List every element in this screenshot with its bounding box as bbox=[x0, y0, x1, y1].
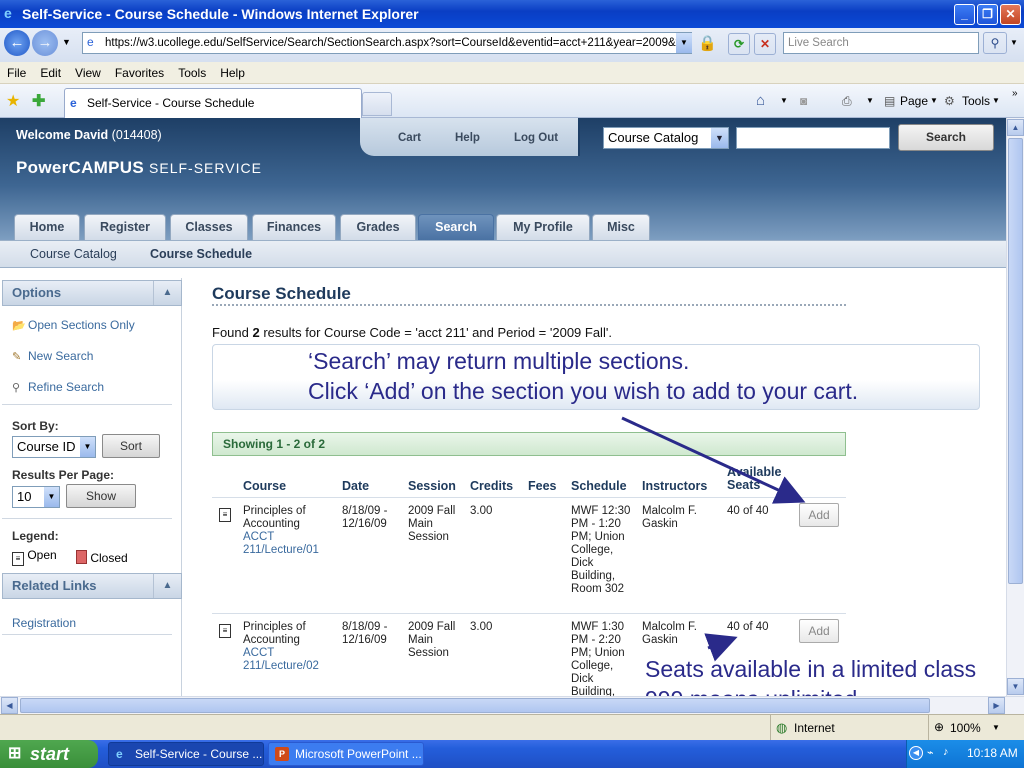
status-divider bbox=[928, 715, 929, 741]
scroll-right-icon[interactable]: ▶ bbox=[988, 697, 1005, 714]
scroll-left-icon[interactable]: ◀ bbox=[1, 697, 18, 714]
tools-dropdown-icon[interactable]: ▼ bbox=[992, 92, 1000, 110]
vertical-scrollbar[interactable]: ▲ ▼ bbox=[1006, 118, 1024, 696]
url-text: https://w3.ucollege.edu/SelfService/Sear… bbox=[105, 37, 692, 49]
system-tray: ◀ ⌁ ♪ 10:18 AM bbox=[906, 740, 1024, 768]
arrow-to-add-icon bbox=[621, 416, 806, 504]
show-hidden-icons-icon[interactable]: ◀ bbox=[909, 746, 923, 760]
maximize-button[interactable]: ❐ bbox=[977, 4, 998, 25]
security-zone: Internet bbox=[794, 721, 835, 735]
search-icon[interactable]: ⚲ bbox=[983, 32, 1007, 54]
ie-logo-icon: e bbox=[116, 747, 123, 761]
page-icon: e bbox=[87, 35, 94, 49]
browser-tab-row: ★ ✚ e Self-Service - Course Schedule ⌂ ▼… bbox=[0, 84, 1024, 118]
favorites-star-icon[interactable]: ★ bbox=[6, 91, 20, 111]
network-icon[interactable]: ⌁ bbox=[927, 746, 934, 759]
back-button[interactable]: ← bbox=[4, 30, 30, 56]
powerpoint-icon: P bbox=[275, 747, 289, 761]
zoom-icon: ⊕ bbox=[934, 720, 945, 734]
seats-note-line-1: Seats available in a limited class bbox=[645, 656, 977, 682]
windows-logo-icon: ⊞ bbox=[8, 745, 22, 762]
home-dropdown-icon[interactable]: ▼ bbox=[780, 92, 788, 110]
arrow-to-seats-icon bbox=[704, 633, 738, 662]
start-button[interactable]: ⊞ start bbox=[0, 740, 98, 768]
menu-edit[interactable]: Edit bbox=[33, 62, 68, 84]
vertical-scroll-thumb[interactable] bbox=[1008, 138, 1023, 584]
menu-bar: File Edit View Favorites Tools Help bbox=[0, 62, 1024, 84]
new-tab-button[interactable] bbox=[362, 92, 392, 116]
scroll-down-icon[interactable]: ▼ bbox=[1007, 678, 1024, 695]
search-options-dropdown-icon[interactable]: ▼ bbox=[1010, 38, 1018, 47]
menu-view[interactable]: View bbox=[68, 62, 108, 84]
horizontal-scroll-thumb[interactable] bbox=[20, 698, 930, 713]
browser-tab-active[interactable]: e Self-Service - Course Schedule bbox=[64, 88, 362, 118]
menu-file[interactable]: File bbox=[0, 62, 33, 84]
tab-ie-icon: e bbox=[70, 96, 77, 110]
close-button[interactable]: ✕ bbox=[1000, 4, 1021, 25]
taskbar: ⊞ start e Self-Service - Course ... P Mi… bbox=[0, 740, 1024, 768]
address-dropdown-icon[interactable]: ▼ bbox=[676, 33, 692, 53]
address-bar[interactable]: e https://w3.ucollege.edu/SelfService/Se… bbox=[82, 32, 692, 54]
menu-help[interactable]: Help bbox=[213, 62, 252, 84]
seats-note-line-2: 999 means unlimited bbox=[645, 686, 857, 696]
page-menu-icon: ▤ bbox=[884, 94, 896, 108]
refresh-icon[interactable]: ⟳ bbox=[728, 33, 750, 55]
zoom-level[interactable]: 100% bbox=[950, 721, 981, 735]
taskbar-item-ie[interactable]: e Self-Service - Course ... bbox=[108, 742, 264, 766]
stop-icon[interactable]: ✕ bbox=[754, 33, 776, 55]
taskbar-item-label: Microsoft PowerPoint ... bbox=[295, 747, 422, 761]
gear-icon: ⚙ bbox=[944, 94, 955, 108]
status-bar: ◍ Internet ⊕ 100% ▼ bbox=[0, 714, 1024, 741]
page-dropdown-icon[interactable]: ▼ bbox=[930, 92, 938, 110]
page-menu-button[interactable]: Page bbox=[900, 92, 928, 110]
recent-pages-dropdown-icon[interactable]: ▼ bbox=[62, 37, 71, 47]
clock[interactable]: 10:18 AM bbox=[967, 746, 1018, 760]
tab-title: Self-Service - Course Schedule bbox=[87, 96, 255, 110]
zoom-dropdown-icon[interactable]: ▼ bbox=[992, 723, 1000, 732]
status-divider bbox=[770, 715, 771, 741]
address-toolbar: ← → ▼ e https://w3.ucollege.edu/SelfServ… bbox=[0, 28, 1024, 62]
volume-icon[interactable]: ♪ bbox=[943, 746, 949, 758]
live-search-input[interactable]: Live Search bbox=[783, 32, 979, 54]
menu-tools[interactable]: Tools bbox=[171, 62, 213, 84]
menu-favorites[interactable]: Favorites bbox=[108, 62, 171, 84]
start-label: start bbox=[30, 744, 70, 764]
taskbar-item-label: Self-Service - Course ... bbox=[135, 747, 263, 761]
home-icon[interactable]: ⌂ bbox=[756, 92, 765, 110]
globe-icon: ◍ bbox=[776, 720, 788, 735]
print-icon[interactable]: ⎙ bbox=[842, 92, 852, 110]
forward-button[interactable]: → bbox=[32, 30, 58, 56]
feeds-icon[interactable]: ◙ bbox=[800, 92, 807, 110]
window-title-bar: e Self-Service - Course Schedule - Windo… bbox=[0, 0, 1024, 28]
print-dropdown-icon[interactable]: ▼ bbox=[866, 92, 874, 110]
annotation-arrows bbox=[621, 416, 806, 662]
tools-menu-button[interactable]: Tools bbox=[962, 92, 990, 110]
window-title: Self-Service - Course Schedule - Windows… bbox=[22, 6, 419, 22]
horizontal-scrollbar[interactable]: ◀ ▶ bbox=[0, 696, 1024, 714]
scroll-up-icon[interactable]: ▲ bbox=[1007, 119, 1024, 136]
ie-logo-icon: e bbox=[4, 5, 12, 21]
add-favorite-icon[interactable]: ✚ bbox=[32, 91, 45, 111]
more-commands-icon[interactable]: » bbox=[1012, 85, 1018, 103]
web-page: Welcome David (014408) Cart Help Log Out… bbox=[0, 118, 1006, 696]
minimize-button[interactable]: _ bbox=[954, 4, 975, 25]
lock-icon[interactable]: 🔒 bbox=[698, 34, 718, 54]
taskbar-item-powerpoint[interactable]: P Microsoft PowerPoint ... bbox=[268, 742, 424, 766]
